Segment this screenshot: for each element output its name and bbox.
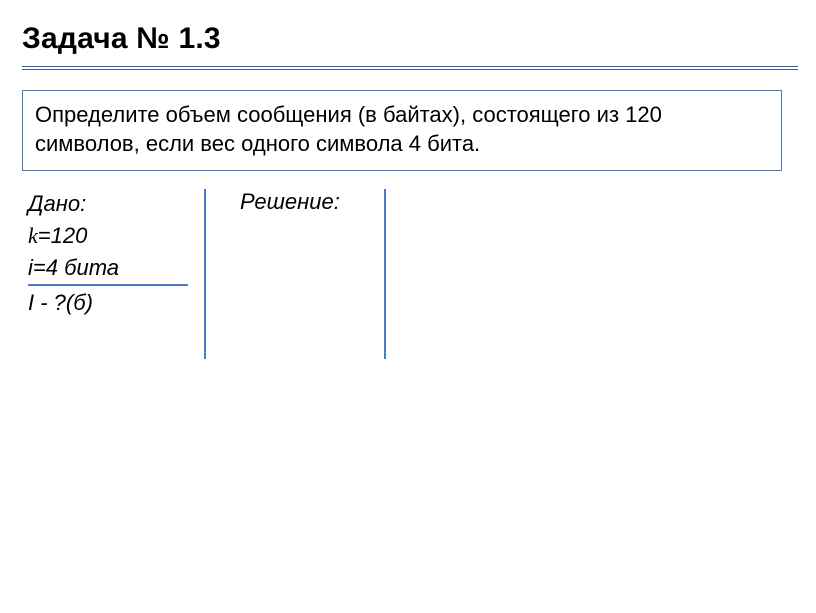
problem-box: Определите объем сообщения (в байтах), с… bbox=[22, 90, 782, 171]
page-title: Задача № 1.3 bbox=[22, 22, 798, 56]
solution-block: Решение: bbox=[240, 189, 380, 215]
work-row: Дано: k=120 i=4 бита I - ?(б) Решение: bbox=[28, 189, 798, 320]
given-label: Дано: bbox=[28, 189, 188, 219]
given-line-i: i=4 бита bbox=[28, 253, 188, 287]
given-line-k: k=120 bbox=[28, 221, 188, 251]
given-separator bbox=[204, 189, 206, 359]
slide: Задача № 1.3 Определите объем сообщения … bbox=[0, 0, 816, 320]
k-variable: k bbox=[28, 223, 38, 248]
solution-label: Решение: bbox=[240, 189, 340, 214]
solution-separator bbox=[384, 189, 386, 359]
given-line-I: I - ?(б) bbox=[28, 288, 188, 318]
title-rule bbox=[22, 66, 798, 70]
given-block: Дано: k=120 i=4 бита I - ?(б) bbox=[28, 189, 188, 320]
k-value: =120 bbox=[38, 223, 88, 248]
